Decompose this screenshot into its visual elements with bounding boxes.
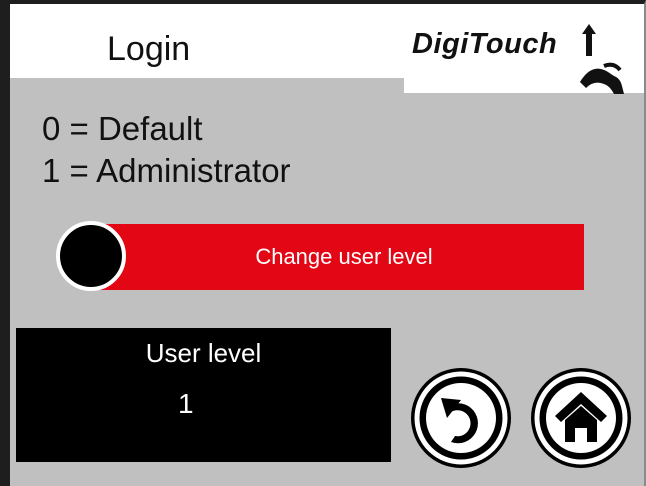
home-button[interactable] xyxy=(531,368,631,468)
page-title: Login xyxy=(107,30,191,68)
digitouch-logo: DigiTouch xyxy=(404,4,644,94)
user-level-display: User level 1 xyxy=(16,328,391,462)
home-icon xyxy=(534,371,628,465)
user-level-value: 1 xyxy=(178,388,194,419)
change-user-level-label: Change user level xyxy=(255,244,433,269)
legend-administrator: 1 = Administrator xyxy=(42,152,291,189)
user-level-legend: 0 = Default 1 = Administrator xyxy=(42,108,291,192)
user-level-label: User level xyxy=(145,338,262,368)
title-bar: Login xyxy=(10,4,404,78)
logo-hand-icon xyxy=(580,24,624,94)
back-arrow-icon xyxy=(414,371,508,465)
back-button[interactable] xyxy=(411,368,511,468)
change-user-level-button[interactable]: Change user level xyxy=(84,224,584,290)
legend-default: 0 = Default xyxy=(42,110,203,147)
logo-text: DigiTouch xyxy=(412,28,558,60)
toggle-knob[interactable] xyxy=(56,221,126,291)
